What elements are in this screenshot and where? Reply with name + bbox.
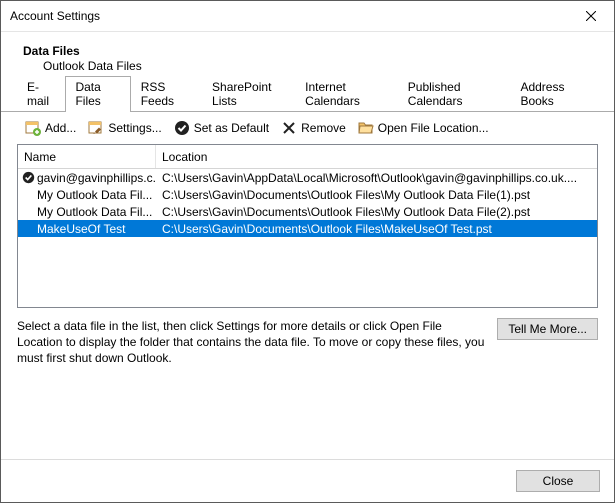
- add-button[interactable]: Add...: [21, 118, 80, 138]
- tab-rss-feeds[interactable]: RSS Feeds: [131, 76, 202, 111]
- settings-icon: [88, 120, 104, 136]
- account-settings-window: Account Settings Data Files Outlook Data…: [0, 0, 615, 503]
- col-name-header[interactable]: Name: [18, 145, 156, 168]
- tab-sharepoint-lists[interactable]: SharePoint Lists: [202, 76, 295, 111]
- settings-label: Settings...: [108, 121, 161, 135]
- tab-internet-calendars[interactable]: Internet Calendars: [295, 76, 398, 111]
- add-icon: [25, 120, 41, 136]
- col-location-header[interactable]: Location: [156, 145, 597, 168]
- window-close-button[interactable]: [568, 1, 614, 31]
- open-file-location-button[interactable]: Open File Location...: [354, 118, 493, 138]
- data-files-list[interactable]: Name Location gavin@gavinphillips.c... C…: [17, 144, 598, 308]
- close-icon: [586, 11, 596, 21]
- row-location: C:\Users\Gavin\Documents\Outlook Files\M…: [156, 222, 597, 236]
- table-row[interactable]: My Outlook Data Fil... C:\Users\Gavin\Do…: [18, 186, 597, 203]
- row-icon-empty: [21, 205, 35, 219]
- row-name: gavin@gavinphillips.c...: [37, 171, 156, 185]
- tell-me-more-button[interactable]: Tell Me More...: [497, 318, 598, 340]
- row-location: C:\Users\Gavin\AppData\Local\Microsoft\O…: [156, 171, 597, 185]
- tab-address-books[interactable]: Address Books: [510, 76, 598, 111]
- header-subtitle: Outlook Data Files: [23, 59, 598, 73]
- row-icon-empty: [21, 188, 35, 202]
- default-check-icon: [21, 171, 35, 185]
- info-panel: Select a data file in the list, then cli…: [1, 308, 614, 377]
- table-row[interactable]: gavin@gavinphillips.c... C:\Users\Gavin\…: [18, 169, 597, 186]
- row-name: My Outlook Data Fil...: [37, 205, 152, 219]
- row-name: MakeUseOf Test: [37, 222, 125, 236]
- row-name: My Outlook Data Fil...: [37, 188, 152, 202]
- row-icon-empty: [21, 222, 35, 236]
- add-label: Add...: [45, 121, 76, 135]
- header-title: Data Files: [23, 44, 598, 58]
- tab-data-files[interactable]: Data Files: [65, 76, 130, 112]
- row-location: C:\Users\Gavin\Documents\Outlook Files\M…: [156, 188, 597, 202]
- settings-button[interactable]: Settings...: [84, 118, 165, 138]
- remove-button[interactable]: Remove: [277, 118, 350, 138]
- dialog-footer: Close: [1, 459, 614, 502]
- close-button[interactable]: Close: [516, 470, 600, 492]
- titlebar: Account Settings: [1, 1, 614, 32]
- list-header: Name Location: [18, 145, 597, 169]
- row-location: C:\Users\Gavin\Documents\Outlook Files\M…: [156, 205, 597, 219]
- help-text: Select a data file in the list, then cli…: [17, 318, 487, 367]
- remove-icon: [281, 120, 297, 136]
- table-row[interactable]: MakeUseOf Test C:\Users\Gavin\Documents\…: [18, 220, 597, 237]
- set-default-label: Set as Default: [194, 121, 269, 135]
- tabstrip: E-mail Data Files RSS Feeds SharePoint L…: [1, 89, 614, 112]
- tab-published-calendars[interactable]: Published Calendars: [398, 76, 511, 111]
- toolbar: Add... Settings... Set as Default Remove…: [1, 112, 614, 144]
- open-file-location-label: Open File Location...: [378, 121, 489, 135]
- window-title: Account Settings: [10, 9, 568, 23]
- remove-label: Remove: [301, 121, 346, 135]
- set-default-icon: [174, 120, 190, 136]
- table-row[interactable]: My Outlook Data Fil... C:\Users\Gavin\Do…: [18, 203, 597, 220]
- set-default-button[interactable]: Set as Default: [170, 118, 273, 138]
- tab-email[interactable]: E-mail: [17, 76, 65, 111]
- folder-open-icon: [358, 120, 374, 136]
